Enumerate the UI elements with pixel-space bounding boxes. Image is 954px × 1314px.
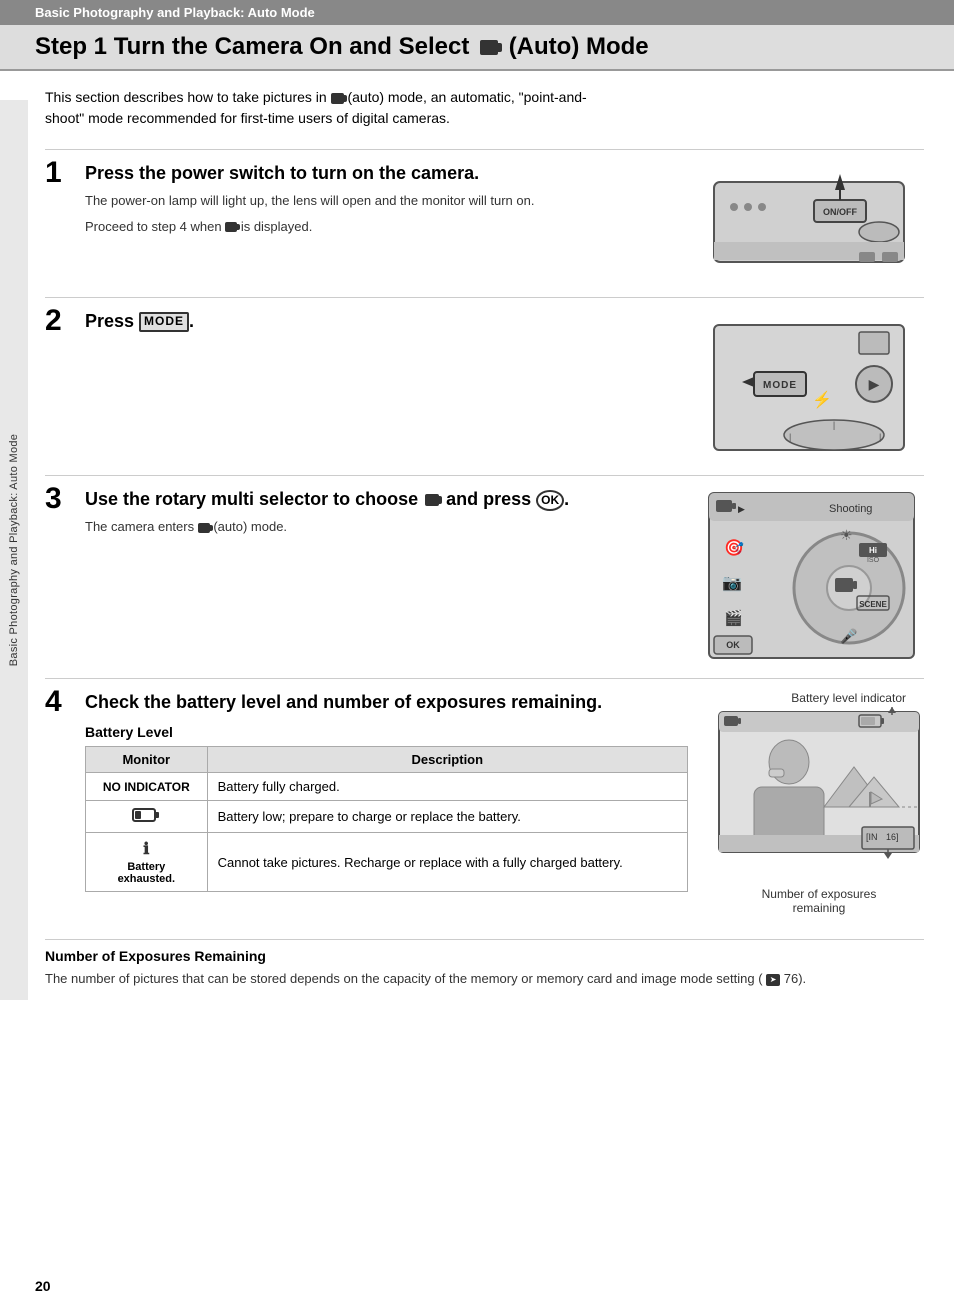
step-4-row: 4 Check the battery level and number of … — [45, 678, 924, 927]
svg-text:|: | — [833, 420, 835, 430]
step-1-row: 1 Press the power switch to turn on the … — [45, 149, 924, 297]
exposure-desc: The number of pictures that can be store… — [45, 969, 924, 989]
step-2-image: MODE ⚡ ▶ | | | — [704, 310, 924, 463]
page-title: Step 1 Turn the Camera On and Select (Au… — [35, 33, 649, 60]
svg-text:Hi: Hi — [869, 546, 877, 555]
exposure-section: Number of Exposures Remaining The number… — [45, 939, 924, 989]
main-content: This section describes how to take pictu… — [0, 71, 954, 1005]
step-1-content: Press the power switch to turn on the ca… — [85, 162, 704, 236]
battery-desc-1: Battery fully charged. — [207, 773, 687, 801]
page-number: 20 — [35, 1278, 51, 1294]
svg-text:🎯: 🎯 — [724, 539, 744, 557]
step-1-camera-svg: ON/OFF — [704, 162, 914, 282]
svg-text:MODE: MODE — [763, 380, 797, 391]
battery-level-indicator-label: Battery level indicator — [714, 691, 924, 705]
svg-text:ON/OFF: ON/OFF — [823, 207, 857, 217]
svg-text:🎬: 🎬 — [724, 609, 743, 627]
intro-text: This section describes how to take pictu… — [45, 87, 625, 129]
mode-badge: MODE — [139, 312, 189, 332]
battery-desc-2: Battery low; prepare to charge or replac… — [207, 801, 687, 833]
step-1-image: ON/OFF — [704, 162, 924, 285]
sidebar: Basic Photography and Playback: Auto Mod… — [0, 100, 28, 1000]
svg-text:☀: ☀ — [840, 527, 853, 543]
battery-monitor-1: NO INDICATOR — [86, 773, 208, 801]
step-1-title: Press the power switch to turn on the ca… — [85, 162, 688, 185]
step-2-number: 2 — [45, 306, 85, 336]
step-2-content: Press MODE. — [85, 310, 704, 339]
section-title: Basic Photography and Playback: Auto Mod… — [35, 5, 315, 20]
step-3-row: 3 Use the rotary multi selector to choos… — [45, 475, 924, 678]
svg-text:SCENE: SCENE — [859, 600, 887, 609]
svg-text:[IN: [IN — [866, 832, 878, 842]
step-1-desc-2: Proceed to step 4 when is displayed. — [85, 217, 688, 237]
battery-col-monitor: Monitor — [86, 747, 208, 773]
step-2-camera-svg: MODE ⚡ ▶ | | | — [704, 310, 914, 460]
step-4-camera-svg: [IN 16] — [714, 707, 924, 882]
svg-text:🎤: 🎤 — [840, 627, 858, 645]
sidebar-label: Basic Photography and Playback: Auto Mod… — [8, 434, 20, 666]
exposure-remaining-label: Number of exposuresremaining — [714, 887, 924, 915]
battery-level-title: Battery Level — [85, 724, 688, 740]
battery-table: Monitor Description NO INDICATOR Battery… — [85, 746, 688, 892]
step-4-number: 4 — [45, 687, 85, 717]
battery-monitor-2 — [86, 801, 208, 833]
step-4-camera-wrapper: [IN 16] — [714, 707, 924, 882]
battery-row-1: NO INDICATOR Battery fully charged. — [86, 773, 688, 801]
step-1-number: 1 — [45, 158, 85, 188]
step-3-image: ▶ Shooting Hi ISO SCENE 🎯 📷 — [704, 488, 924, 666]
svg-text:Shooting: Shooting — [829, 503, 872, 515]
svg-text:▶: ▶ — [869, 376, 880, 392]
svg-text:16]: 16] — [886, 832, 899, 842]
step-4-content: Check the battery level and number of ex… — [85, 691, 704, 892]
ok-button-label: OK — [536, 490, 564, 511]
svg-text:▶: ▶ — [738, 504, 745, 514]
section-header: Basic Photography and Playback: Auto Mod… — [0, 0, 954, 25]
step-3-number: 3 — [45, 484, 85, 514]
step-3-camera-svg: ▶ Shooting Hi ISO SCENE 🎯 📷 — [704, 488, 919, 663]
svg-text:📷: 📷 — [722, 575, 742, 592]
svg-text:⚡: ⚡ — [812, 390, 832, 409]
step-3-title: Use the rotary multi selector to choose … — [85, 488, 688, 511]
battery-low-icon — [132, 807, 160, 823]
step-3-desc: The camera enters (auto) mode. — [85, 517, 688, 537]
battery-desc-3: Cannot take pictures. Recharge or replac… — [207, 833, 687, 892]
svg-text:OK: OK — [726, 640, 740, 650]
svg-text:ISO: ISO — [867, 557, 880, 564]
svg-text:|: | — [879, 432, 881, 442]
exposure-title: Number of Exposures Remaining — [45, 948, 924, 964]
step-2-row: 2 Press MODE. MODE ⚡ ▶ — [45, 297, 924, 475]
battery-row-2: Battery low; prepare to charge or replac… — [86, 801, 688, 833]
battery-section: Battery Level Monitor Description NO IND… — [85, 724, 688, 892]
battery-row-3: ℹ Batteryexhausted. Cannot take pictures… — [86, 833, 688, 892]
battery-monitor-3: ℹ Batteryexhausted. — [86, 833, 208, 892]
step-4-title: Check the battery level and number of ex… — [85, 691, 688, 714]
step-3-content: Use the rotary multi selector to choose … — [85, 488, 704, 537]
page-title-bar: Step 1 Turn the Camera On and Select (Au… — [0, 25, 954, 71]
battery-col-description: Description — [207, 747, 687, 773]
step-2-title: Press MODE. — [85, 310, 688, 333]
step-4-camera-container: Battery level indicator — [704, 691, 924, 915]
step-1-desc-1: The power-on lamp will light up, the len… — [85, 191, 688, 211]
svg-text:|: | — [789, 432, 791, 442]
